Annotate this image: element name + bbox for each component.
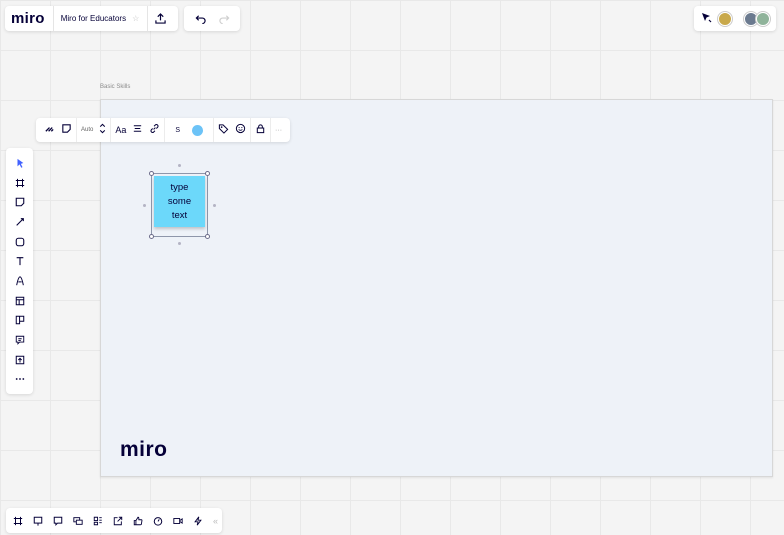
share-upload-icon[interactable] <box>148 6 172 31</box>
frame-basic-skills[interactable]: miro <box>100 99 773 477</box>
board-header: miro Miro for Educators ☆ <box>5 6 179 31</box>
comments-icon[interactable] <box>50 508 65 533</box>
connector-dot[interactable] <box>213 204 216 207</box>
reactions-icon[interactable] <box>130 508 145 533</box>
card-icon[interactable] <box>6 311 33 331</box>
power-ups-icon[interactable] <box>190 508 205 533</box>
link-icon[interactable] <box>149 121 160 139</box>
bottom-toolbar: « <box>6 508 223 533</box>
share-link-icon[interactable] <box>110 508 125 533</box>
more-tools-icon[interactable] <box>6 370 33 390</box>
switch-type-icon[interactable] <box>44 121 55 139</box>
undo-icon[interactable] <box>188 6 212 31</box>
lock-icon[interactable] <box>255 121 266 139</box>
connector-dot[interactable] <box>178 164 181 167</box>
miro-logo[interactable]: miro <box>11 10 45 27</box>
resize-handle[interactable] <box>205 171 210 176</box>
frame-icon[interactable] <box>6 173 33 193</box>
video-icon[interactable] <box>170 508 185 533</box>
comment-icon[interactable] <box>6 330 33 350</box>
avatar[interactable] <box>718 11 732 26</box>
cursor-toggle-icon[interactable] <box>700 10 712 28</box>
context-toolbar: Auto Aa S ··· <box>36 118 291 142</box>
sticky-note-icon[interactable] <box>6 192 33 212</box>
timer-icon[interactable] <box>150 508 165 533</box>
sticky-size-button[interactable]: S <box>175 127 180 134</box>
frame-miro-logo: miro <box>120 438 168 461</box>
color-picker[interactable] <box>192 124 204 136</box>
frame-label[interactable]: Basic Skills <box>100 84 130 90</box>
connector-dot[interactable] <box>178 242 181 245</box>
collaborators <box>694 6 776 31</box>
sticky-note[interactable]: type some text <box>154 176 205 227</box>
font-size-value[interactable]: Auto <box>81 127 93 133</box>
emoji-icon[interactable] <box>235 121 246 139</box>
font-size-stepper-icon[interactable] <box>99 121 106 139</box>
connection-line-icon[interactable] <box>6 271 33 291</box>
star-icon[interactable]: ☆ <box>132 14 139 23</box>
template-icon[interactable] <box>6 291 33 311</box>
history-controls <box>184 6 240 31</box>
frames-icon[interactable] <box>10 508 25 533</box>
resize-handle[interactable] <box>205 234 210 239</box>
present-icon[interactable] <box>30 508 45 533</box>
pen-icon[interactable] <box>6 212 33 232</box>
font-family-button[interactable]: Aa <box>115 125 126 135</box>
redo-icon[interactable] <box>212 6 236 31</box>
resize-handle[interactable] <box>149 234 154 239</box>
tag-icon[interactable] <box>218 121 229 139</box>
more-options-icon[interactable]: ··· <box>275 127 282 134</box>
sticky-type-icon[interactable] <box>61 121 72 139</box>
connector-dot[interactable] <box>143 204 146 207</box>
board-title[interactable]: Miro for Educators <box>61 14 126 23</box>
select-icon[interactable] <box>6 153 33 173</box>
left-toolbar <box>6 148 33 394</box>
upload-icon[interactable] <box>6 350 33 370</box>
card-board-icon[interactable] <box>90 508 105 533</box>
screen-share-icon[interactable] <box>70 508 85 533</box>
shape-icon[interactable] <box>6 232 33 252</box>
text-icon[interactable] <box>6 251 33 271</box>
avatar[interactable] <box>756 11 770 26</box>
collapse-toolbar-button[interactable]: « <box>213 516 218 526</box>
align-icon[interactable] <box>132 121 143 139</box>
